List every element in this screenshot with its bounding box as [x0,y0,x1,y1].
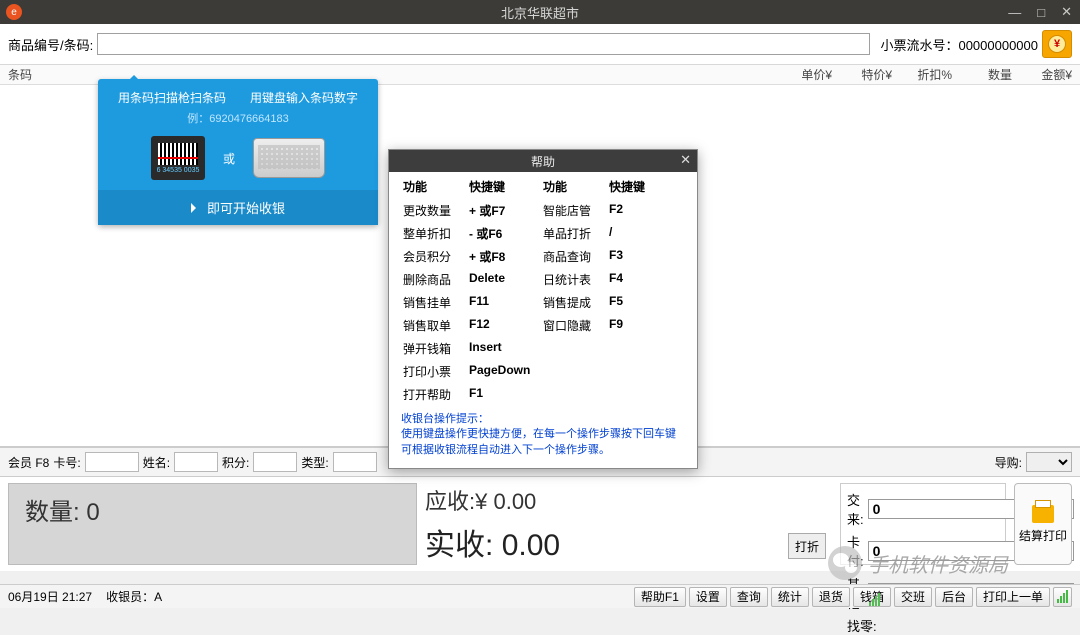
help-row: 会员积分+ 或F8 [403,245,543,268]
footer-button[interactable]: 后台 [935,587,973,607]
footer-button[interactable]: 退货 [812,587,850,607]
barcode-row: 商品编号/条码: 小票流水号：00000000000 ¥ [0,24,1080,65]
col-discount: 折扣% [892,66,952,83]
barcode-input[interactable] [97,33,870,55]
footer-button[interactable]: 交班 [894,587,932,607]
points-input[interactable] [253,452,297,472]
col-qty: 数量 [952,66,1012,83]
card-label: 卡号: [53,454,80,471]
help-right-col: 功能快捷键 智能店管F2单品打折/商品查询F3日统计表F4销售提成F5窗口隐藏F… [543,178,683,406]
footer-date: 06月19日 21:27 [8,588,92,605]
maximize-button[interactable]: □ [1033,5,1049,20]
window-title: 北京华联超市 [0,3,1080,22]
signal-button[interactable] [1053,587,1072,607]
name-label: 姓名: [143,454,170,471]
tip-type-title: 用键盘输入条码数字 [250,89,358,106]
col-amount: 金额¥ [1012,66,1072,83]
footer-button[interactable]: 查询 [730,587,768,607]
tip-scan-title: 用条码扫描枪扫条码 [118,89,226,106]
status-bar: 06月19日 21:27 收银员：A 帮助F1设置查询统计退货钱箱交班后台打印上… [0,584,1080,608]
printer-icon [1032,505,1054,523]
footer-button[interactable]: 设置 [689,587,727,607]
footer-button[interactable]: 统计 [771,587,809,607]
help-row: 打印小票PageDown [403,360,543,383]
tip-or: 或 [223,150,235,167]
help-row: 销售提成F5 [543,291,683,314]
change-label: 找零: [847,616,881,635]
help-row: 销售挂单F11 [403,291,543,314]
help-hint: 收银台操作提示： 使用键盘操作更快捷方便，在每一个操作步骤按下回车键可根据收银流… [389,408,697,468]
type-input[interactable] [333,452,377,472]
barcode-icon: 6 34535 0035 [151,136,205,180]
type-label: 类型: [301,454,328,471]
settle-print-button[interactable]: 结算打印 [1014,483,1072,565]
tip-example: 例：6920476664183 [98,110,378,130]
amount-paid: 实收: 0.00 [425,520,832,564]
help-row: 打开帮助F1 [403,383,543,406]
help-row: 弹开钱箱Insert [403,337,543,360]
help-row: 销售取单F12 [403,314,543,337]
play-icon [191,203,201,213]
guide-select[interactable] [1026,452,1072,472]
card-input[interactable] [85,452,139,472]
close-button[interactable]: ✕ [1057,4,1076,20]
payment-panel: 交来: 卡付: 其他: 找零: [840,483,1006,565]
discount-button[interactable]: 打折 [788,533,826,559]
help-row: 商品查询F3 [543,245,683,268]
help-row: 日统计表F4 [543,268,683,291]
title-bar: e 北京华联超市 — □ ✕ [0,0,1080,24]
footer-cashier: 收银员：A [106,588,162,605]
amount-panel: 应收:¥ 0.00 实收: 0.00 打折 [425,483,832,565]
vip-label: 会员 F8 [8,454,49,471]
help-close-button[interactable]: ✕ [680,152,691,168]
help-row: 整单折扣- 或F6 [403,222,543,245]
help-dialog-title: 帮助 ✕ [389,150,697,172]
item-list-area: 用条码扫描枪扫条码 用键盘输入条码数字 例：6920476664183 6 34… [0,85,1080,447]
help-row: 删除商品Delete [403,268,543,291]
col-special: 特价¥ [832,66,892,83]
points-label: 积分: [222,454,249,471]
tip-ready-bar: 即可开始收银 [98,190,378,225]
serial-number: 小票流水号：00000000000 [880,35,1038,54]
help-row: 窗口隐藏F9 [543,314,683,337]
cash-label: 交来: [847,490,864,528]
quantity-panel: 数量: 0 [8,483,417,565]
footer-button[interactable]: 打印上一单 [976,587,1050,607]
minimize-button[interactable]: — [1004,5,1025,20]
amount-due: 应收:¥ 0.00 [425,484,832,516]
help-left-col: 功能快捷键 更改数量+ 或F7整单折扣- 或F6会员积分+ 或F8删除商品Del… [403,178,543,406]
coin-button[interactable]: ¥ [1042,30,1072,58]
card-label: 卡付: [847,532,864,570]
help-dialog: 帮助 ✕ 功能快捷键 更改数量+ 或F7整单折扣- 或F6会员积分+ 或F8删除… [388,149,698,469]
help-row: 更改数量+ 或F7 [403,199,543,222]
col-unitprice: 单价¥ [772,66,832,83]
help-row: 单品打折/ [543,222,683,245]
summary-row: 数量: 0 应收:¥ 0.00 实收: 0.00 打折 交来: 卡付: 其他: … [0,477,1080,571]
barcode-label: 商品编号/条码: [8,35,93,54]
onboarding-tooltip: 用条码扫描枪扫条码 用键盘输入条码数字 例：6920476664183 6 34… [98,79,378,225]
signal-icon [869,588,880,606]
footer-button[interactable]: 帮助F1 [634,587,686,607]
help-row: 智能店管F2 [543,199,683,222]
name-input[interactable] [174,452,218,472]
guide-label: 导购: [995,454,1022,471]
keyboard-icon [253,138,325,178]
